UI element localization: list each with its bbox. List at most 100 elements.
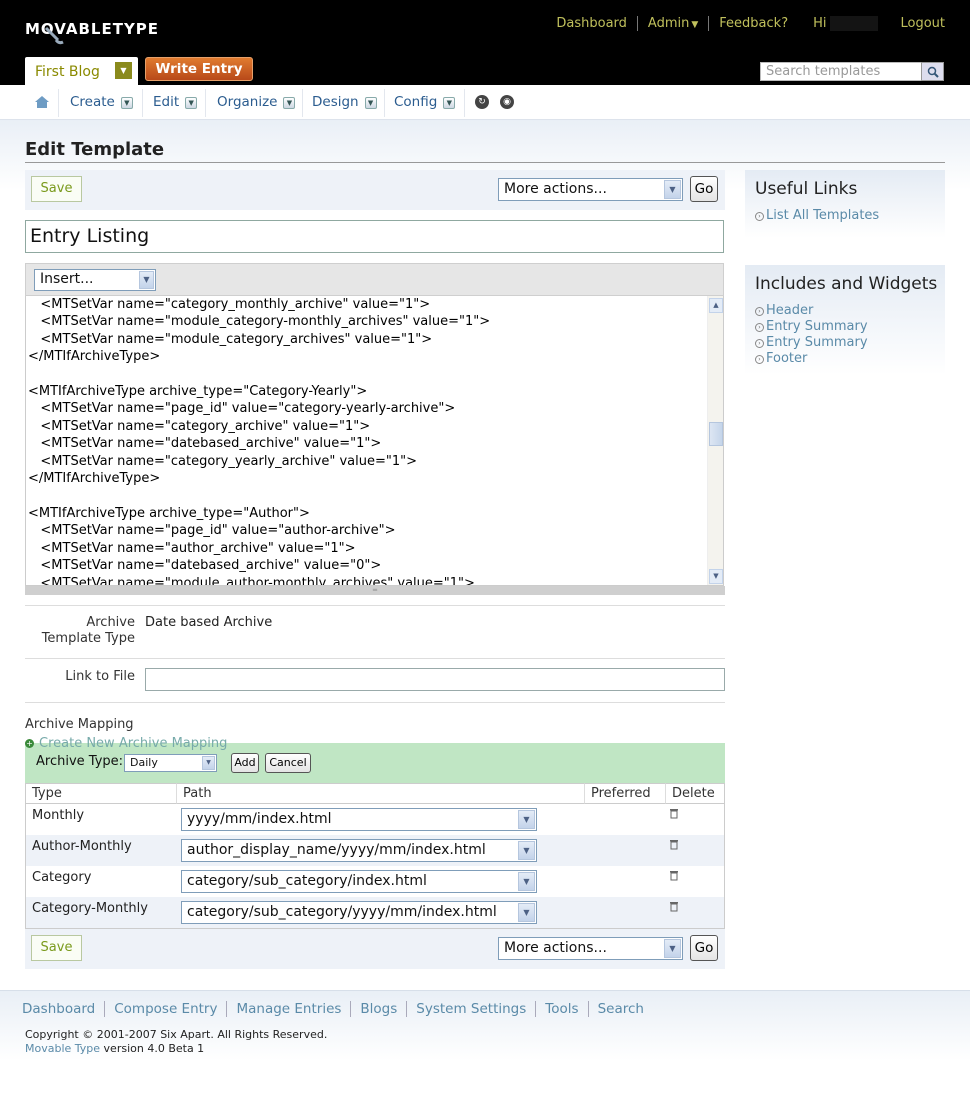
trash-icon[interactable] [669,808,679,819]
add-mapping-button[interactable]: Add [231,753,259,773]
mapping-path-select[interactable]: category/sub_category/yyyy/mm/index.html… [181,901,537,924]
mapping-path-value: category/sub_category/index.html [187,873,427,889]
mapping-path-select[interactable]: author_display_name/yyyy/mm/index.html ▼ [181,839,537,862]
include-header-link[interactable]: › Header [755,303,813,319]
scroll-thumb[interactable] [709,422,723,446]
mapping-path-value: yyyy/mm/index.html [187,811,332,827]
footer-link-tools[interactable]: Tools [535,1001,587,1017]
table-row: Category category/sub_category/index.htm… [26,866,724,897]
scroll-up-icon[interactable]: ▲ [709,298,723,313]
chevron-down-icon: ▼ [185,97,198,109]
chevron-down-icon: ▼ [364,97,377,109]
bullet-icon: › [755,307,764,316]
archive-type-label: Archive Template Type [25,615,135,647]
editor-toolbar: Insert... ▼ [25,263,724,296]
mapping-path-select[interactable]: category/sub_category/index.html ▼ [181,870,537,893]
footer-link-search[interactable]: Search [587,1001,653,1017]
nav-dashboard-link[interactable]: Dashboard [546,16,637,31]
table-row: Category-Monthly category/sub_category/y… [26,897,724,928]
admin-label: Admin [647,16,690,31]
copyright-text: Copyright © 2001-2007 Six Apart. All Rig… [25,1028,328,1041]
cancel-mapping-button[interactable]: Cancel [265,753,311,773]
col-type: Type [26,783,176,804]
archive-type-label-line1: Archive [86,615,135,630]
nav-create-label: Create [70,94,115,110]
insert-select[interactable]: Insert... ▼ [34,269,156,291]
blog-selector[interactable]: First Blog ▼ [25,57,138,85]
version-text: version 4.0 Beta 1 [103,1042,205,1055]
top-action-bar: Save More actions... ▼ Go [25,170,725,210]
nav-config[interactable]: Config ▼ [394,94,456,110]
include-entry-summary-link[interactable]: › Entry Summary [755,319,868,335]
logout-link[interactable]: Logout [890,16,945,31]
chevron-down-icon: ▼ [664,180,681,199]
include-entry-summary-link[interactable]: › Entry Summary [755,335,868,351]
trash-icon[interactable] [669,839,679,850]
go-button[interactable]: Go [690,176,718,202]
bullet-icon: › [755,323,764,332]
nav-organize[interactable]: Organize ▼ [217,94,296,110]
include-footer-link[interactable]: › Footer [755,351,807,367]
template-code-editor[interactable]: <MTSetVar name="category_monthly_archive… [25,296,724,586]
nav-edit[interactable]: Edit ▼ [153,94,198,110]
chevron-down-icon: ▼ [120,97,133,109]
chevron-down-icon[interactable]: ▼ [115,62,132,79]
go-button[interactable]: Go [690,935,718,961]
search-input[interactable]: Search templates [760,62,922,81]
footer-link-compose-entry[interactable]: Compose Entry [104,1001,226,1017]
footer-link-dashboard[interactable]: Dashboard [22,1001,104,1017]
useful-links-widget: Useful Links › List All Templates [745,170,945,238]
user-nav: Dashboard Admin ▼ Feedback? Hi Logout [546,16,945,31]
table-row: Author-Monthly author_display_name/yyyy/… [26,835,724,866]
trash-icon[interactable] [669,901,679,912]
footer-link-system-settings[interactable]: System Settings [406,1001,535,1017]
archive-type-select[interactable]: Daily ▼ [124,754,217,772]
more-actions-select[interactable]: More actions... ▼ [498,937,683,960]
nav-admin-link[interactable]: Admin ▼ [636,16,708,31]
link-label: Entry Summary [766,319,868,334]
save-button[interactable]: Save [31,176,82,202]
movable-type-logo[interactable]: MOVABLETYPE [25,20,159,45]
footer-link-blogs[interactable]: Blogs [350,1001,406,1017]
view-site-icon[interactable]: ◉ [500,95,514,109]
nav-feedback-link[interactable]: Feedback? [708,16,798,31]
search-button[interactable] [921,62,944,81]
editor-scrollbar[interactable]: ▲ ▼ [707,296,723,585]
mapping-path-value: author_display_name/yyyy/mm/index.html [187,842,486,858]
refresh-icon[interactable]: ↻ [475,95,489,109]
insert-value: Insert... [40,271,94,287]
search-icon [927,66,939,78]
editor-resize-handle[interactable]: ═ [25,586,725,595]
nav-edit-label: Edit [153,94,180,110]
scroll-down-icon[interactable]: ▼ [709,569,723,584]
create-mapping-link[interactable]: + Create New Archive Mapping [25,736,227,751]
create-mapping-label: Create New Archive Mapping [39,736,228,751]
mapping-type: Category [32,870,92,885]
home-icon[interactable] [34,95,50,109]
more-actions-select[interactable]: More actions... ▼ [498,178,683,201]
mapping-path-value: category/sub_category/yyyy/mm/index.html [187,904,497,920]
nav-design[interactable]: Design ▼ [312,94,377,110]
movable-type-link[interactable]: Movable Type [25,1042,100,1055]
write-entry-button[interactable]: Write Entry [145,57,253,81]
bullet-icon: › [755,355,764,364]
mapping-type: Category-Monthly [32,901,148,916]
nav-create[interactable]: Create ▼ [70,94,133,110]
save-button[interactable]: Save [31,935,82,961]
link-to-file-input[interactable] [145,668,725,691]
link-label: Footer [766,351,808,366]
footer-links: Dashboard Compose Entry Manage Entries B… [22,1001,653,1017]
divider [25,605,725,606]
list-all-templates-link[interactable]: › List All Templates [755,208,879,224]
template-name-input[interactable]: Entry Listing [25,220,724,253]
archive-type-value: Date based Archive [145,615,273,630]
chevron-down-icon: ▼ [664,939,681,958]
chevron-down-icon: ▼ [518,810,535,829]
chevron-down-icon: ▼ [283,97,296,109]
mapping-path-select[interactable]: yyyy/mm/index.html ▼ [181,808,537,831]
nav-organize-label: Organize [217,94,278,110]
trash-icon[interactable] [669,870,679,881]
more-actions-value: More actions... [504,181,607,197]
copyright: Copyright © 2001-2007 Six Apart. All Rig… [25,1028,327,1056]
footer-link-manage-entries[interactable]: Manage Entries [226,1001,350,1017]
